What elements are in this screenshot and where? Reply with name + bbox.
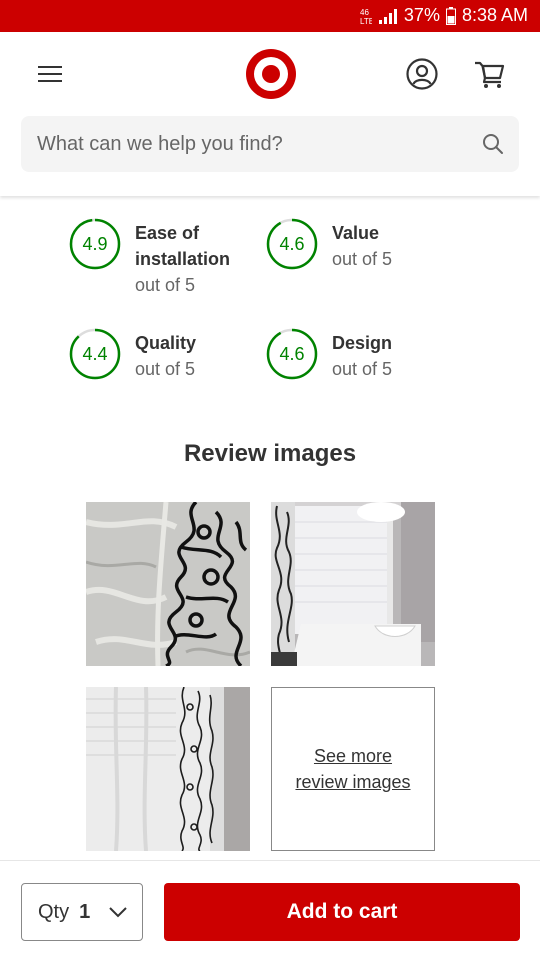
review-image[interactable] xyxy=(86,502,250,666)
status-icons: 46 LTE 37% 8:38 AM xyxy=(360,5,528,26)
rating-design: 4.6 Design out of 5 xyxy=(266,328,392,382)
search-icon[interactable] xyxy=(481,132,505,156)
rating-sub: out of 5 xyxy=(135,359,196,379)
status-bar: 46 LTE 37% 8:38 AM xyxy=(0,0,540,32)
account-button[interactable] xyxy=(400,52,444,96)
menu-button[interactable] xyxy=(28,52,72,96)
svg-text:46: 46 xyxy=(360,8,369,17)
rating-ring: 4.9 xyxy=(69,218,121,270)
rating-label: Value xyxy=(332,223,380,243)
rating-sub: out of 5 xyxy=(135,275,196,295)
app-header xyxy=(0,32,540,196)
nfc-icon: 46 LTE xyxy=(360,7,372,25)
account-icon xyxy=(406,58,438,90)
review-image-curtain-closeup xyxy=(86,502,250,666)
rating-value-score: 4.6 Value out of 5 xyxy=(266,218,392,272)
battery-percent: 37% xyxy=(403,5,440,25)
clock: 8:38 AM xyxy=(461,5,528,25)
add-to-cart-button[interactable]: Add to cart xyxy=(164,883,520,941)
rating-sub: out of 5 xyxy=(332,359,393,379)
add-to-cart-bar: Qty 1 Add to cart xyxy=(0,860,540,960)
rating-label: Design xyxy=(332,333,393,353)
search-bar[interactable] xyxy=(21,116,519,172)
rating-value: 4.6 xyxy=(279,344,305,364)
review-image-curtain-panel xyxy=(86,687,250,851)
see-more-label: See more review images xyxy=(295,746,411,792)
rating-value: 4.9 xyxy=(82,234,108,254)
battery-icon xyxy=(445,6,456,25)
cart-icon xyxy=(475,61,505,88)
rating-label: Quality xyxy=(135,333,197,353)
rating-value: 4.6 xyxy=(279,234,305,254)
rating-sub: out of 5 xyxy=(332,249,393,269)
rating-ring: 4.6 xyxy=(266,328,318,380)
chevron-down-icon xyxy=(109,907,127,918)
review-image[interactable] xyxy=(86,687,250,851)
target-logo[interactable] xyxy=(245,48,297,100)
review-image-dining-room xyxy=(271,502,435,666)
svg-text:LTE: LTE xyxy=(360,17,372,25)
cart-button[interactable] xyxy=(468,52,512,96)
see-more-review-images-link[interactable]: See more review images xyxy=(271,687,435,851)
search-input[interactable] xyxy=(37,116,457,172)
qty-label: Qty xyxy=(38,900,70,923)
quantity-select[interactable]: Qty 1 xyxy=(21,883,143,941)
review-images-heading: Review images xyxy=(183,440,357,467)
rating-quality: 4.4 Quality out of 5 xyxy=(69,328,196,382)
rating-ring: 4.4 xyxy=(69,328,121,380)
rating-label: Ease of installation xyxy=(135,223,231,269)
qty-value: 1 xyxy=(79,900,91,923)
menu-icon xyxy=(38,66,62,82)
signal-icon xyxy=(378,7,398,25)
rating-ease-of-installation: 4.9 Ease of installation out of 5 xyxy=(69,218,239,298)
rating-ring: 4.6 xyxy=(266,218,318,270)
rating-value: 4.4 xyxy=(82,344,108,364)
review-image[interactable] xyxy=(271,502,435,666)
